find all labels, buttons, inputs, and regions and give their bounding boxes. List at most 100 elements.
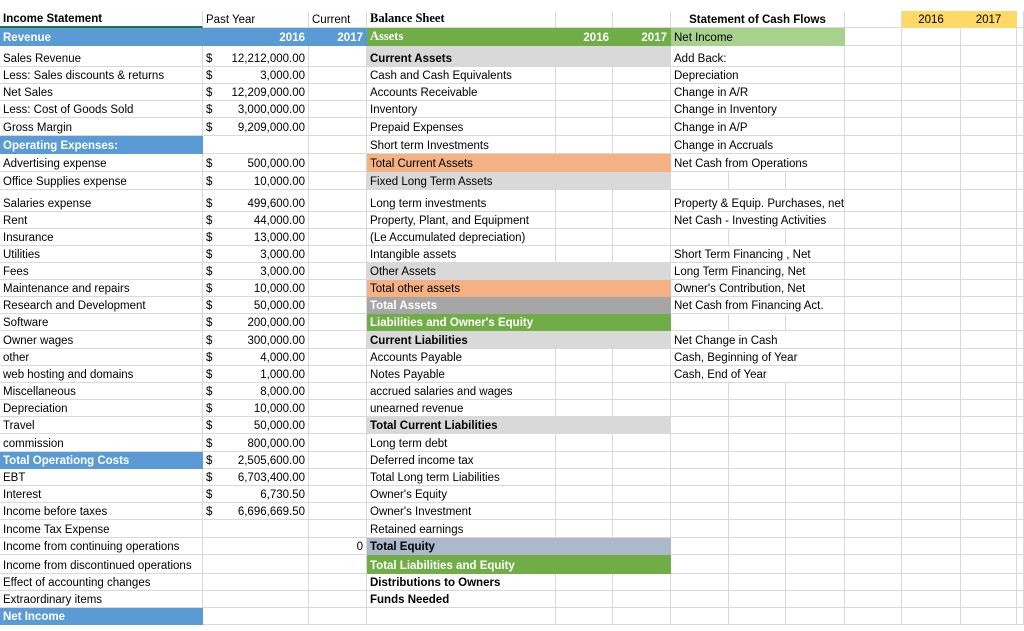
income-current-cell[interactable] <box>309 417 367 434</box>
empty-cell[interactable] <box>786 229 845 246</box>
income-current-cell[interactable] <box>309 136 367 154</box>
income-past-year-cell[interactable] <box>203 520 309 538</box>
balance-label-cell[interactable]: Other Assets <box>367 263 671 280</box>
cashflow-extra-cell[interactable] <box>845 67 902 84</box>
income-label-cell[interactable]: Income Statement <box>0 11 203 28</box>
cashflow-extra-cell[interactable] <box>845 212 902 229</box>
income-label-cell[interactable]: Owner wages <box>0 331 203 349</box>
income-current-cell[interactable] <box>309 486 367 503</box>
cashflow-2016-cell[interactable] <box>902 417 961 434</box>
income-current-cell[interactable] <box>309 383 367 400</box>
income-label-cell[interactable]: other <box>0 349 203 366</box>
spreadsheet-grid[interactable]: Income Statement Past Year Current Balance … <box>0 0 1024 631</box>
cashflow-2016-cell[interactable] <box>902 28 961 46</box>
cashflow-2016-cell[interactable] <box>902 349 961 366</box>
income-past-year-cell[interactable]: 2016 <box>203 28 309 46</box>
cashflow-2017-cell[interactable] <box>961 154 1017 172</box>
income-current-cell[interactable]: Current <box>309 11 367 28</box>
empty-cell[interactable] <box>1017 434 1024 452</box>
balance-2016-cell[interactable] <box>556 452 613 469</box>
cashflow-2016-cell[interactable] <box>902 172 961 190</box>
income-current-cell[interactable] <box>309 331 367 349</box>
cashflow-2016-cell[interactable] <box>902 434 961 452</box>
balance-2016-cell[interactable] <box>556 383 613 400</box>
cashflow-2017-cell[interactable] <box>961 46 1017 67</box>
balance-2016-cell[interactable] <box>556 101 613 118</box>
income-label-cell[interactable]: Research and Development <box>0 297 203 314</box>
empty-cell[interactable] <box>1017 331 1024 349</box>
empty-cell[interactable] <box>1017 520 1024 538</box>
cashflow-2016-cell[interactable] <box>902 101 961 118</box>
balance-2016-cell[interactable] <box>556 608 613 625</box>
income-label-cell[interactable]: Total Operationg Costs <box>0 452 203 469</box>
cashflow-2017-cell[interactable] <box>961 400 1017 417</box>
empty-cell[interactable] <box>786 417 845 434</box>
income-label-cell[interactable]: Income before taxes <box>0 503 203 520</box>
cashflow-label-cell[interactable]: Depreciation <box>671 67 845 84</box>
balance-label-cell[interactable]: Owner's Investment <box>367 503 556 520</box>
balance-2016-cell[interactable] <box>556 136 613 154</box>
income-label-cell[interactable]: Office Supplies expense <box>0 172 203 190</box>
empty-cell[interactable] <box>786 538 845 555</box>
balance-2017-cell[interactable] <box>613 469 671 486</box>
income-past-year-cell[interactable]: $10,000.00 <box>203 400 309 417</box>
balance-2016-cell[interactable] <box>556 486 613 503</box>
cashflow-2017-cell[interactable] <box>961 366 1017 383</box>
cashflow-extra-cell[interactable] <box>845 118 902 136</box>
income-past-year-cell[interactable]: $8,000.00 <box>203 383 309 400</box>
income-current-cell[interactable] <box>309 608 367 625</box>
income-current-cell[interactable] <box>309 555 367 574</box>
empty-cell[interactable] <box>1017 314 1024 331</box>
empty-cell[interactable] <box>671 417 729 434</box>
income-past-year-cell[interactable]: $800,000.00 <box>203 434 309 452</box>
balance-2016-cell[interactable] <box>556 520 613 538</box>
empty-cell[interactable] <box>671 486 729 503</box>
balance-2017-cell[interactable] <box>613 591 671 608</box>
cashflow-extra-cell[interactable] <box>845 101 902 118</box>
balance-2017-cell[interactable] <box>613 366 671 383</box>
balance-2017-cell[interactable] <box>613 118 671 136</box>
cashflow-2017-cell[interactable] <box>961 555 1017 574</box>
cashflow-label-cell[interactable]: Change in A/P <box>671 118 845 136</box>
income-current-cell[interactable] <box>309 154 367 172</box>
empty-cell[interactable] <box>1017 366 1024 383</box>
cashflow-2016-cell[interactable] <box>902 538 961 555</box>
empty-cell[interactable] <box>1017 11 1024 28</box>
balance-2016-cell[interactable] <box>556 400 613 417</box>
income-past-year-cell[interactable]: $1,000.00 <box>203 366 309 383</box>
empty-cell[interactable] <box>786 591 845 608</box>
balance-2016-cell[interactable] <box>556 11 613 28</box>
cashflow-2017-cell[interactable] <box>961 331 1017 349</box>
cashflow-2017-cell[interactable] <box>961 314 1017 331</box>
income-label-cell[interactable]: Fees <box>0 263 203 280</box>
balance-2017-cell[interactable] <box>613 349 671 366</box>
empty-cell[interactable] <box>1017 190 1024 212</box>
income-past-year-cell[interactable]: $12,212,000.00 <box>203 46 309 67</box>
cashflow-extra-cell[interactable] <box>845 383 902 400</box>
cashflow-extra-cell[interactable] <box>845 400 902 417</box>
cashflow-extra-cell[interactable] <box>845 314 902 331</box>
income-label-cell[interactable]: Miscellaneous <box>0 383 203 400</box>
cashflow-2016-cell[interactable] <box>902 503 961 520</box>
cashflow-2016-cell[interactable] <box>902 46 961 67</box>
empty-cell[interactable] <box>1017 469 1024 486</box>
cashflow-extra-cell[interactable] <box>845 434 902 452</box>
empty-cell[interactable] <box>671 434 729 452</box>
empty-cell[interactable] <box>671 538 729 555</box>
empty-cell[interactable] <box>786 434 845 452</box>
cashflow-2016-cell[interactable] <box>902 246 961 263</box>
cashflow-label-cell[interactable]: Cash, End of Year <box>671 366 845 383</box>
empty-cell[interactable] <box>1017 101 1024 118</box>
cashflow-2016-cell[interactable] <box>902 608 961 625</box>
empty-cell[interactable] <box>1017 555 1024 574</box>
cashflow-2017-cell[interactable] <box>961 417 1017 434</box>
empty-cell[interactable] <box>1017 229 1024 246</box>
cashflow-2017-cell[interactable] <box>961 67 1017 84</box>
empty-cell[interactable] <box>1017 118 1024 136</box>
income-past-year-cell[interactable] <box>203 538 309 555</box>
income-current-cell[interactable] <box>309 67 367 84</box>
balance-label-cell[interactable]: Retained earnings <box>367 520 556 538</box>
cashflow-extra-cell[interactable] <box>845 520 902 538</box>
cashflow-extra-cell[interactable] <box>845 591 902 608</box>
cashflow-label-cell[interactable]: Change in Inventory <box>671 101 845 118</box>
